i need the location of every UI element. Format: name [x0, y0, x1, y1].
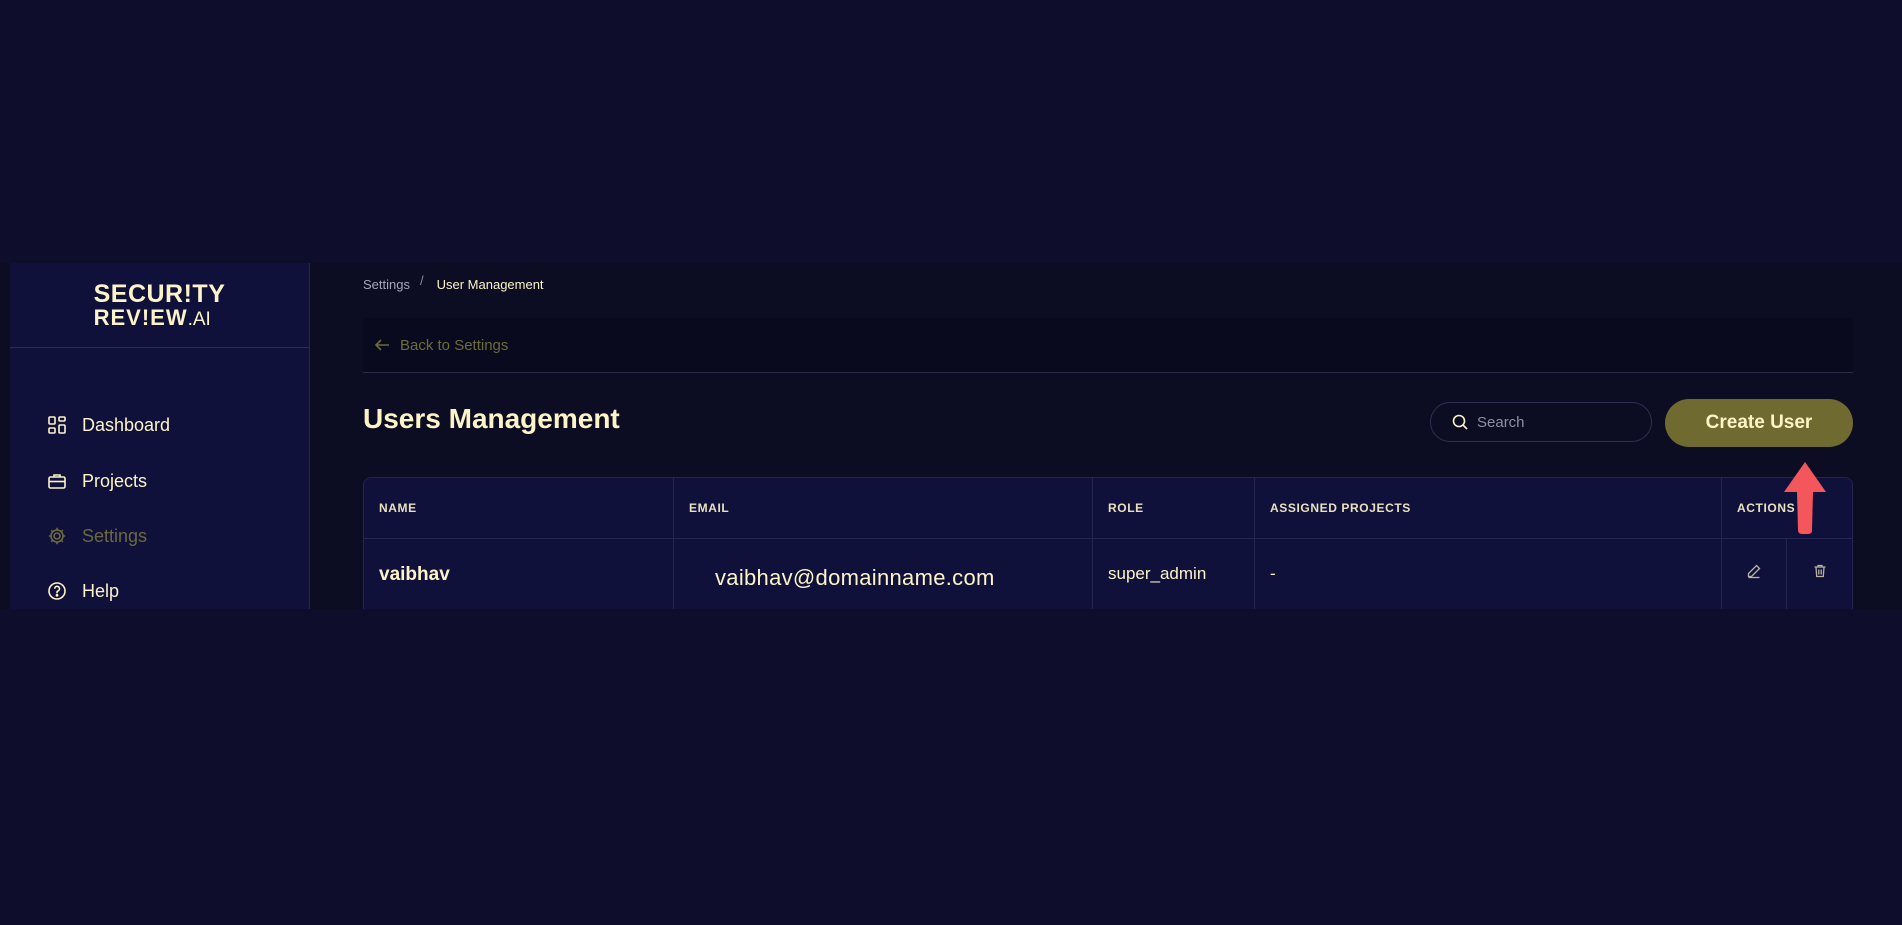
- back-label: Back to Settings: [400, 336, 509, 354]
- breadcrumb-separator: /: [419, 273, 424, 288]
- column-header-name: NAME: [364, 478, 674, 538]
- logo-area: SECUR!TY REV!EW.AI: [10, 263, 309, 348]
- logo[interactable]: SECUR!TY REV!EW.AI: [93, 279, 226, 330]
- table-row: vaibhav vaibhav@domainname.com super_adm…: [364, 538, 1852, 609]
- sidebar-item-label: Projects: [82, 470, 148, 491]
- users-table: NAME EMAIL ROLE ASSIGNED PROJECTS ACTION…: [363, 477, 1853, 609]
- sidebar-item-label: Dashboard: [82, 414, 171, 435]
- sidebar-item-dashboard[interactable]: Dashboard: [10, 397, 307, 453]
- column-header-assigned-projects: ASSIGNED PROJECTS: [1255, 478, 1722, 538]
- arrow-left-icon: [373, 336, 391, 354]
- gear-icon: [47, 526, 67, 546]
- logo-line-1: SECUR!TY: [93, 279, 226, 308]
- search-box: [1430, 402, 1652, 442]
- breadcrumb: Settings / User Management: [363, 273, 544, 292]
- sidebar-item-help[interactable]: Help: [10, 563, 307, 609]
- app-window: SECUR!TY REV!EW.AI Dashboard Projects Se…: [0, 263, 1902, 609]
- sidebar-item-label: Help: [82, 580, 120, 601]
- create-user-button[interactable]: Create User: [1665, 399, 1853, 447]
- main-content: Settings / User Management Back to Setti…: [311, 263, 1902, 609]
- edit-button[interactable]: [1722, 538, 1787, 609]
- logo-line-2: REV!EW.AI: [93, 304, 226, 330]
- sidebar-item-settings[interactable]: Settings: [10, 508, 307, 564]
- logo-suffix: .AI: [187, 308, 211, 330]
- cell-name: vaibhav: [364, 538, 674, 609]
- cell-role: super_admin: [1093, 538, 1255, 609]
- cell-assigned-projects: -: [1255, 538, 1722, 609]
- column-header-email: EMAIL: [674, 478, 1093, 538]
- cell-email: vaibhav@domainname.com: [674, 538, 1093, 609]
- search-input[interactable]: [1475, 412, 1639, 432]
- briefcase-icon: [47, 471, 67, 491]
- table-header: NAME EMAIL ROLE ASSIGNED PROJECTS ACTION…: [364, 478, 1852, 539]
- pencil-icon: [1746, 563, 1762, 609]
- logo-line-2-text: REV!EW: [93, 304, 188, 330]
- breadcrumb-current: User Management: [436, 277, 544, 292]
- trash-icon: [1812, 563, 1828, 609]
- sidebar-item-projects[interactable]: Projects: [10, 453, 307, 509]
- sidebar-item-label: Settings: [82, 525, 148, 546]
- annotation-arrow-icon: [1784, 462, 1826, 534]
- sidebar: SECUR!TY REV!EW.AI Dashboard Projects Se…: [10, 263, 310, 609]
- dashboard-icon: [47, 415, 67, 435]
- cell-actions: [1722, 538, 1852, 609]
- help-icon: [47, 581, 67, 601]
- breadcrumb-settings[interactable]: Settings: [363, 277, 410, 292]
- column-header-role: ROLE: [1093, 478, 1255, 538]
- page-title: Users Management: [363, 403, 620, 434]
- back-to-settings-link[interactable]: Back to Settings: [363, 318, 1853, 373]
- search-icon: [1451, 413, 1469, 431]
- delete-button[interactable]: [1787, 538, 1852, 609]
